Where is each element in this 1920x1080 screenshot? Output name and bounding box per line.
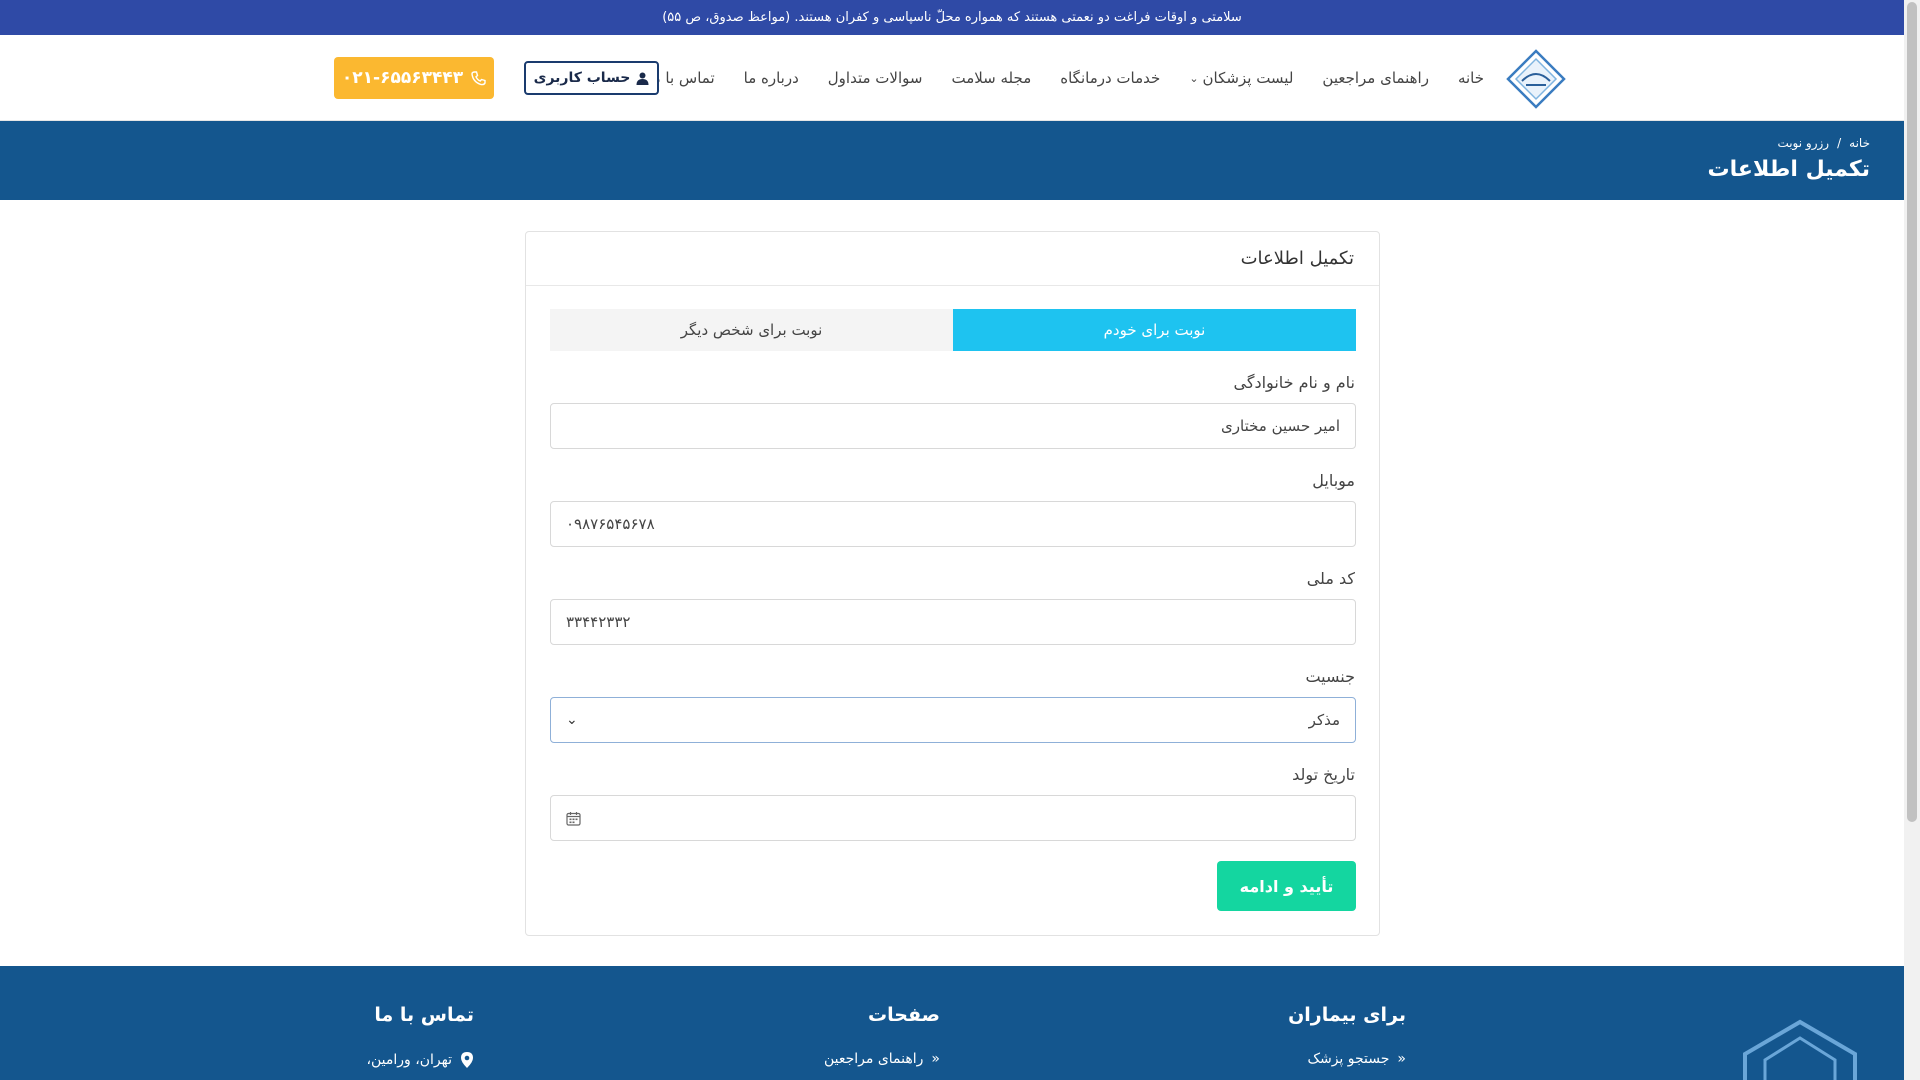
national-id-label: کد ملی (1306, 569, 1355, 588)
main-nav: خانه راهنمای مراجعین لیست پزشکان ⌄ خدمات… (648, 35, 1484, 121)
page-banner: خانه / رزرو نوبت تکمیل اطلاعات (0, 121, 1904, 200)
announcement-bar: سلامتی و اوقات فراغت دو نعمتی هستند که ه… (0, 0, 1904, 35)
birthdate-label: تاریخ تولد (1292, 765, 1355, 784)
double-chevron-icon: « (1397, 1051, 1406, 1067)
breadcrumb-separator: / (1837, 136, 1842, 150)
mobile-label: موبایل (1312, 471, 1355, 490)
calendar-icon[interactable] (566, 811, 581, 826)
confirm-continue-button[interactable]: تأیید و ادامه (1217, 861, 1356, 911)
page-scrollbar[interactable] (1904, 0, 1920, 1080)
tab-self[interactable]: نوبت برای خودم (953, 309, 1356, 351)
footer-col-contact: تماس با ما تهران، ورامین، (366, 1004, 474, 1069)
footer-pages-title: صفحات (868, 1004, 940, 1026)
gender-label: جنسیت (1305, 667, 1355, 686)
account-button[interactable]: حساب کاربری (524, 61, 659, 95)
breadcrumb: خانه / رزرو نوبت (1777, 136, 1870, 150)
card-header: تکمیل اطلاعات (526, 232, 1379, 286)
phone-number: ۰۲۱-۶۵۵۶۳۴۴۳ (341, 68, 464, 88)
nav-services[interactable]: خدمات درمانگاه (1060, 69, 1160, 87)
birthdate-field[interactable] (550, 795, 1356, 841)
footer-address-text: تهران، ورامین، (366, 1052, 452, 1068)
footer-col-pages: صفحات « راهنمای مراجعین (824, 1004, 940, 1067)
name-label: نام و نام خانوادگی (1233, 373, 1355, 392)
page-title: تکمیل اطلاعات (1707, 157, 1870, 182)
phone-button[interactable]: ۰۲۱-۶۵۵۶۳۴۴۳ (334, 57, 494, 99)
nav-magazine[interactable]: مجله سلامت (951, 69, 1031, 87)
phone-icon (471, 70, 486, 85)
site-header: خانه راهنمای مراجعین لیست پزشکان ⌄ خدمات… (0, 35, 1904, 121)
footer-link-guide[interactable]: « راهنمای مراجعین (824, 1051, 940, 1067)
breadcrumb-home[interactable]: خانه (1849, 136, 1870, 150)
nav-home[interactable]: خانه (1458, 69, 1484, 87)
site-footer: برای بیماران « جستجو پزشک صفحات « راهنما… (0, 966, 1904, 1080)
national-id-field[interactable]: ۳۳۴۴۲۳۳۲ (550, 599, 1356, 645)
gender-value: مذکر (1308, 711, 1340, 729)
account-label: حساب کاربری (533, 70, 631, 86)
mobile-value: ۰۹۸۷۶۵۴۵۶۷۸ (566, 515, 655, 533)
footer-logo-icon (1743, 1019, 1857, 1080)
location-pin-icon (461, 1052, 473, 1068)
nav-doctors-label: لیست پزشکان (1202, 69, 1294, 87)
tab-other-person[interactable]: نوبت برای شخص دیگر (550, 309, 953, 351)
booking-tabs: نوبت برای خودم نوبت برای شخص دیگر (550, 309, 1356, 351)
nav-doctors[interactable]: لیست پزشکان ⌄ (1189, 69, 1293, 87)
announcement-text: سلامتی و اوقات فراغت دو نعمتی هستند که ه… (662, 10, 1242, 25)
gender-select[interactable]: مذکر ⌄ (550, 697, 1356, 743)
footer-contact-title: تماس با ما (374, 1004, 474, 1026)
breadcrumb-current: رزرو نوبت (1777, 136, 1830, 150)
footer-link-label: جستجو پزشک (1307, 1051, 1390, 1067)
national-id-value: ۳۳۴۴۲۳۳۲ (566, 613, 631, 631)
chevron-down-icon: ⌄ (1189, 71, 1199, 85)
clinic-logo-icon[interactable] (1506, 49, 1566, 109)
footer-link-label: راهنمای مراجعین (823, 1051, 924, 1067)
chevron-down-icon: ⌄ (566, 712, 578, 728)
double-chevron-icon: « (931, 1051, 940, 1067)
user-icon (636, 72, 649, 85)
nav-faq[interactable]: سوالات متداول (828, 69, 923, 87)
footer-address: تهران، ورامین، (366, 1051, 474, 1069)
nav-guide[interactable]: راهنمای مراجعین (1322, 69, 1429, 87)
footer-patients-title: برای بیماران (1288, 1004, 1406, 1026)
name-field[interactable]: امیر حسین مختاری (550, 403, 1356, 449)
mobile-field[interactable]: ۰۹۸۷۶۵۴۵۶۷۸ (550, 501, 1356, 547)
scrollbar-thumb[interactable] (1907, 2, 1917, 822)
footer-col-patients: برای بیماران « جستجو پزشک (1288, 1004, 1406, 1067)
footer-link-find-doctor[interactable]: « جستجو پزشک (1288, 1051, 1406, 1067)
info-form-card: تکمیل اطلاعات نوبت برای خودم نوبت برای ش… (525, 231, 1380, 936)
nav-about[interactable]: درباره ما (744, 69, 799, 87)
name-value: امیر حسین مختاری (1221, 417, 1340, 435)
